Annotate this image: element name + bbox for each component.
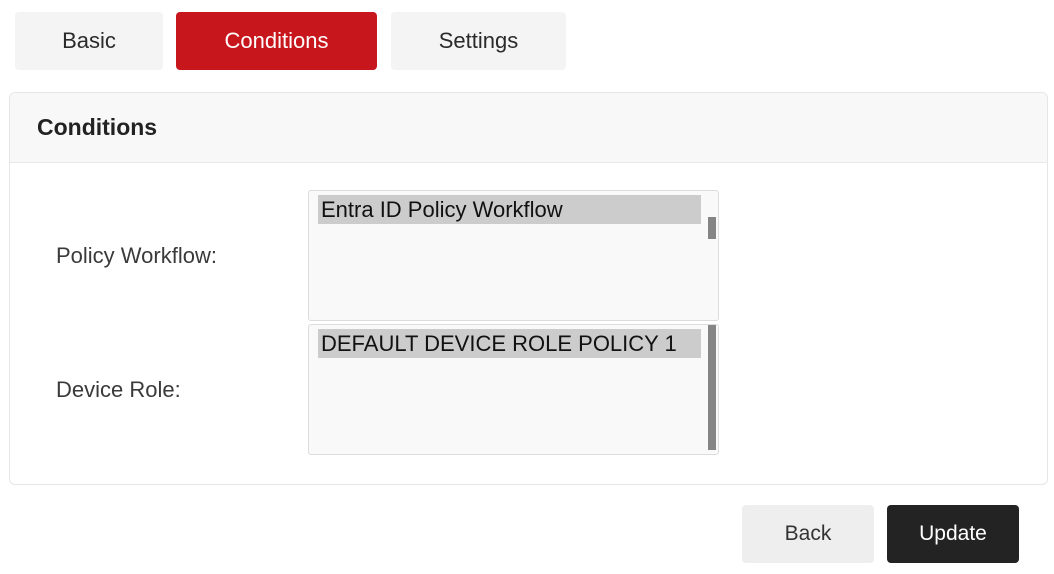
tab-settings[interactable]: Settings [391,12,566,70]
device-role-scrollbar[interactable] [707,325,718,454]
tab-basic[interactable]: Basic [15,12,163,70]
back-button[interactable]: Back [742,505,874,563]
panel-header: Conditions [10,93,1047,163]
policy-workflow-listbox[interactable]: Entra ID Policy Workflow [308,190,719,321]
device-role-listbox[interactable]: DEFAULT DEVICE ROLE POLICY 1 [308,324,719,455]
policy-workflow-scroll-thumb[interactable] [708,217,716,239]
policy-workflow-scrollbar[interactable] [707,191,718,320]
tab-conditions[interactable]: Conditions [176,12,377,70]
policy-workflow-option[interactable]: Entra ID Policy Workflow [318,195,701,224]
conditions-panel: Conditions Policy Workflow: Entra ID Pol… [9,92,1048,485]
panel-title: Conditions [37,114,158,140]
device-role-scroll-thumb[interactable] [708,325,716,450]
update-button[interactable]: Update [887,505,1019,563]
policy-workflow-label: Policy Workflow: [56,243,217,268]
device-role-option[interactable]: DEFAULT DEVICE ROLE POLICY 1 [318,329,701,358]
device-role-label: Device Role: [56,377,181,402]
